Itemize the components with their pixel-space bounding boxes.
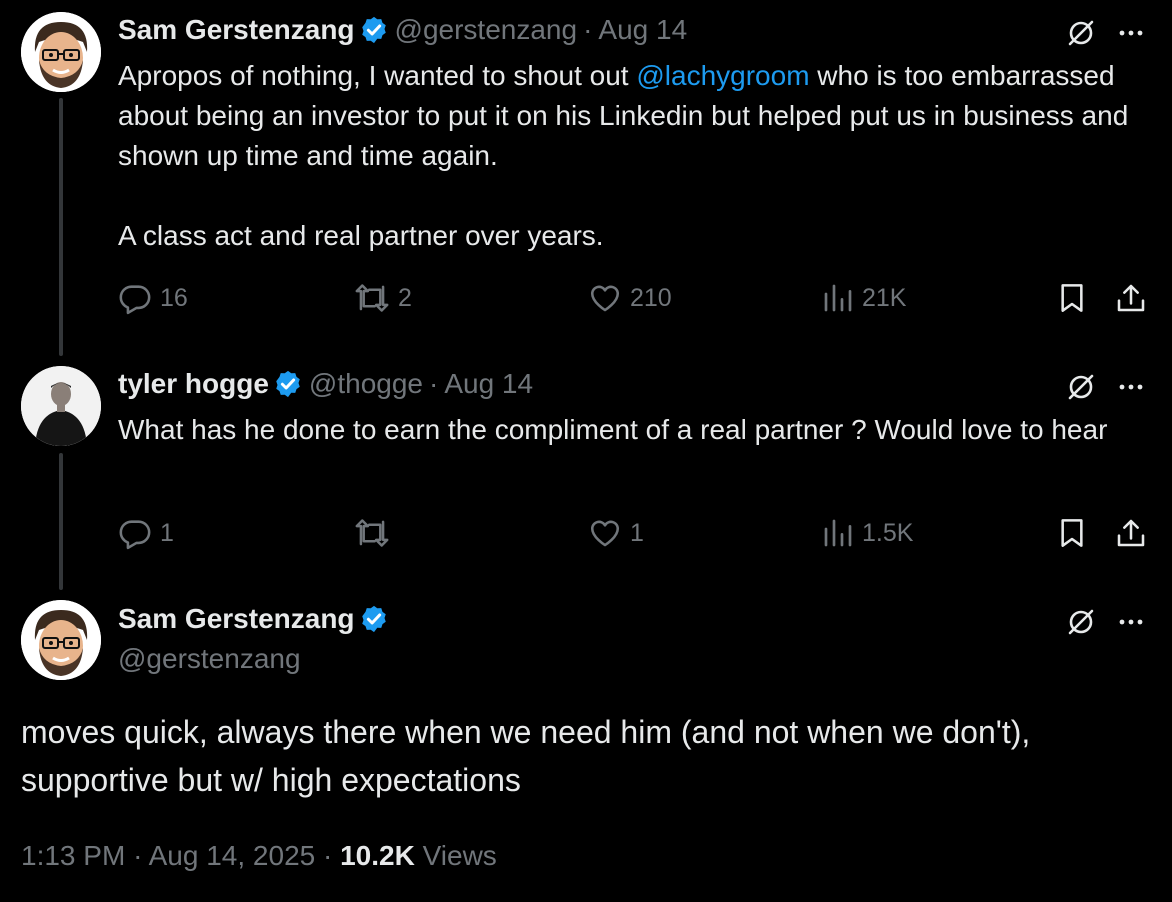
bookmark-icon — [1061, 519, 1083, 547]
views-icon — [824, 284, 852, 312]
author-name[interactable]: Sam Gerstenzang — [118, 14, 355, 46]
repost-icon — [355, 519, 389, 547]
views-count: 10.2K — [340, 840, 415, 871]
reply-icon — [119, 520, 151, 550]
avatar[interactable] — [21, 12, 101, 92]
tweet-paragraph: What has he done to earn the compliment … — [118, 414, 1108, 445]
author-handle[interactable]: @thogge — [309, 368, 423, 400]
thread-connector — [59, 98, 63, 356]
action-bar: 16 2 210 21K — [118, 281, 1150, 321]
author-name[interactable]: Sam Gerstenzang — [118, 603, 355, 635]
separator: · — [323, 840, 333, 871]
tweet-tools — [1066, 607, 1144, 637]
like-button[interactable]: 210 — [588, 281, 672, 315]
tweet-header: tyler hogge @thogge · Aug 14 — [118, 368, 533, 400]
reply-count: 1 — [160, 518, 174, 547]
tweet-text: moves quick, always there when we need h… — [21, 708, 1142, 804]
like-icon — [590, 285, 620, 312]
more-icon[interactable] — [1118, 618, 1144, 626]
avatar[interactable] — [21, 366, 101, 446]
tweet-time[interactable]: 1:13 PM — [21, 840, 125, 871]
views-button[interactable]: 21K — [822, 281, 906, 315]
like-count: 1 — [630, 518, 644, 547]
tweet-date[interactable]: Aug 14 — [444, 368, 533, 400]
grok-icon[interactable] — [1066, 607, 1096, 637]
repost-button[interactable]: 2 — [354, 281, 412, 315]
more-icon[interactable] — [1118, 29, 1144, 37]
tweet-text: Apropos of nothing, I wanted to shout ou… — [118, 56, 1132, 256]
share-button[interactable] — [1115, 516, 1147, 550]
like-icon — [590, 520, 620, 547]
author-handle[interactable]: @gerstenzang — [395, 14, 578, 46]
tweet-header: Sam Gerstenzang — [118, 603, 395, 635]
verified-badge-icon[interactable] — [359, 15, 389, 45]
views-count: 1.5K — [862, 518, 914, 547]
reply-count: 16 — [160, 283, 188, 312]
tweet-tools — [1066, 18, 1144, 48]
more-icon[interactable] — [1118, 383, 1144, 391]
reply-icon — [119, 285, 151, 315]
tweet-header: Sam Gerstenzang @gerstenzang · Aug 14 — [118, 14, 687, 46]
tweet-meta: 1:13 PM · Aug 14, 2025 · 10.2K Views — [21, 840, 497, 872]
grok-icon[interactable] — [1066, 372, 1096, 402]
like-count: 210 — [630, 283, 672, 312]
reply-button[interactable]: 16 — [118, 281, 188, 315]
thread-connector — [59, 453, 63, 590]
author-name[interactable]: tyler hogge — [118, 368, 269, 400]
verified-badge-icon[interactable] — [273, 369, 303, 399]
views-icon — [824, 519, 852, 547]
tweet-text: What has he done to earn the compliment … — [118, 410, 1138, 450]
repost-count: 2 — [398, 283, 412, 312]
verified-badge-icon[interactable] — [359, 604, 389, 634]
tweet-date[interactable]: Aug 14 — [598, 14, 687, 46]
reply-button[interactable]: 1 — [118, 516, 174, 550]
tweet-paragraph: Apropos of nothing, I wanted to shout ou… — [118, 60, 1129, 171]
repost-icon — [355, 284, 389, 312]
separator: · — [583, 14, 593, 45]
like-button[interactable]: 1 — [588, 516, 644, 550]
avatar[interactable] — [21, 600, 101, 680]
action-bar: 1 1 1.5K — [118, 516, 1150, 556]
share-button[interactable] — [1115, 281, 1147, 315]
tweet-tools — [1066, 372, 1144, 402]
share-icon — [1117, 284, 1145, 312]
tweet-line: supportive but w/ high expectations — [21, 762, 521, 798]
tweet-line: moves quick, always there when we need h… — [21, 714, 1031, 750]
views-count: 21K — [862, 283, 907, 312]
tweet-date[interactable]: Aug 14, 2025 — [149, 840, 316, 871]
bookmark-icon — [1061, 284, 1083, 312]
grok-icon[interactable] — [1066, 18, 1096, 48]
repost-button[interactable] — [354, 516, 398, 550]
share-icon — [1117, 519, 1145, 547]
tweet-paragraph: A class act and real partner over years. — [118, 220, 604, 251]
separator: · — [429, 368, 439, 399]
separator: · — [133, 840, 143, 871]
bookmark-button[interactable] — [1056, 281, 1088, 315]
mention-link[interactable]: @lachygroom — [636, 60, 809, 91]
bookmark-button[interactable] — [1056, 516, 1088, 550]
views-label: Views — [422, 840, 497, 871]
author-handle[interactable]: @gerstenzang — [118, 643, 301, 675]
views-button[interactable]: 1.5K — [822, 516, 913, 550]
